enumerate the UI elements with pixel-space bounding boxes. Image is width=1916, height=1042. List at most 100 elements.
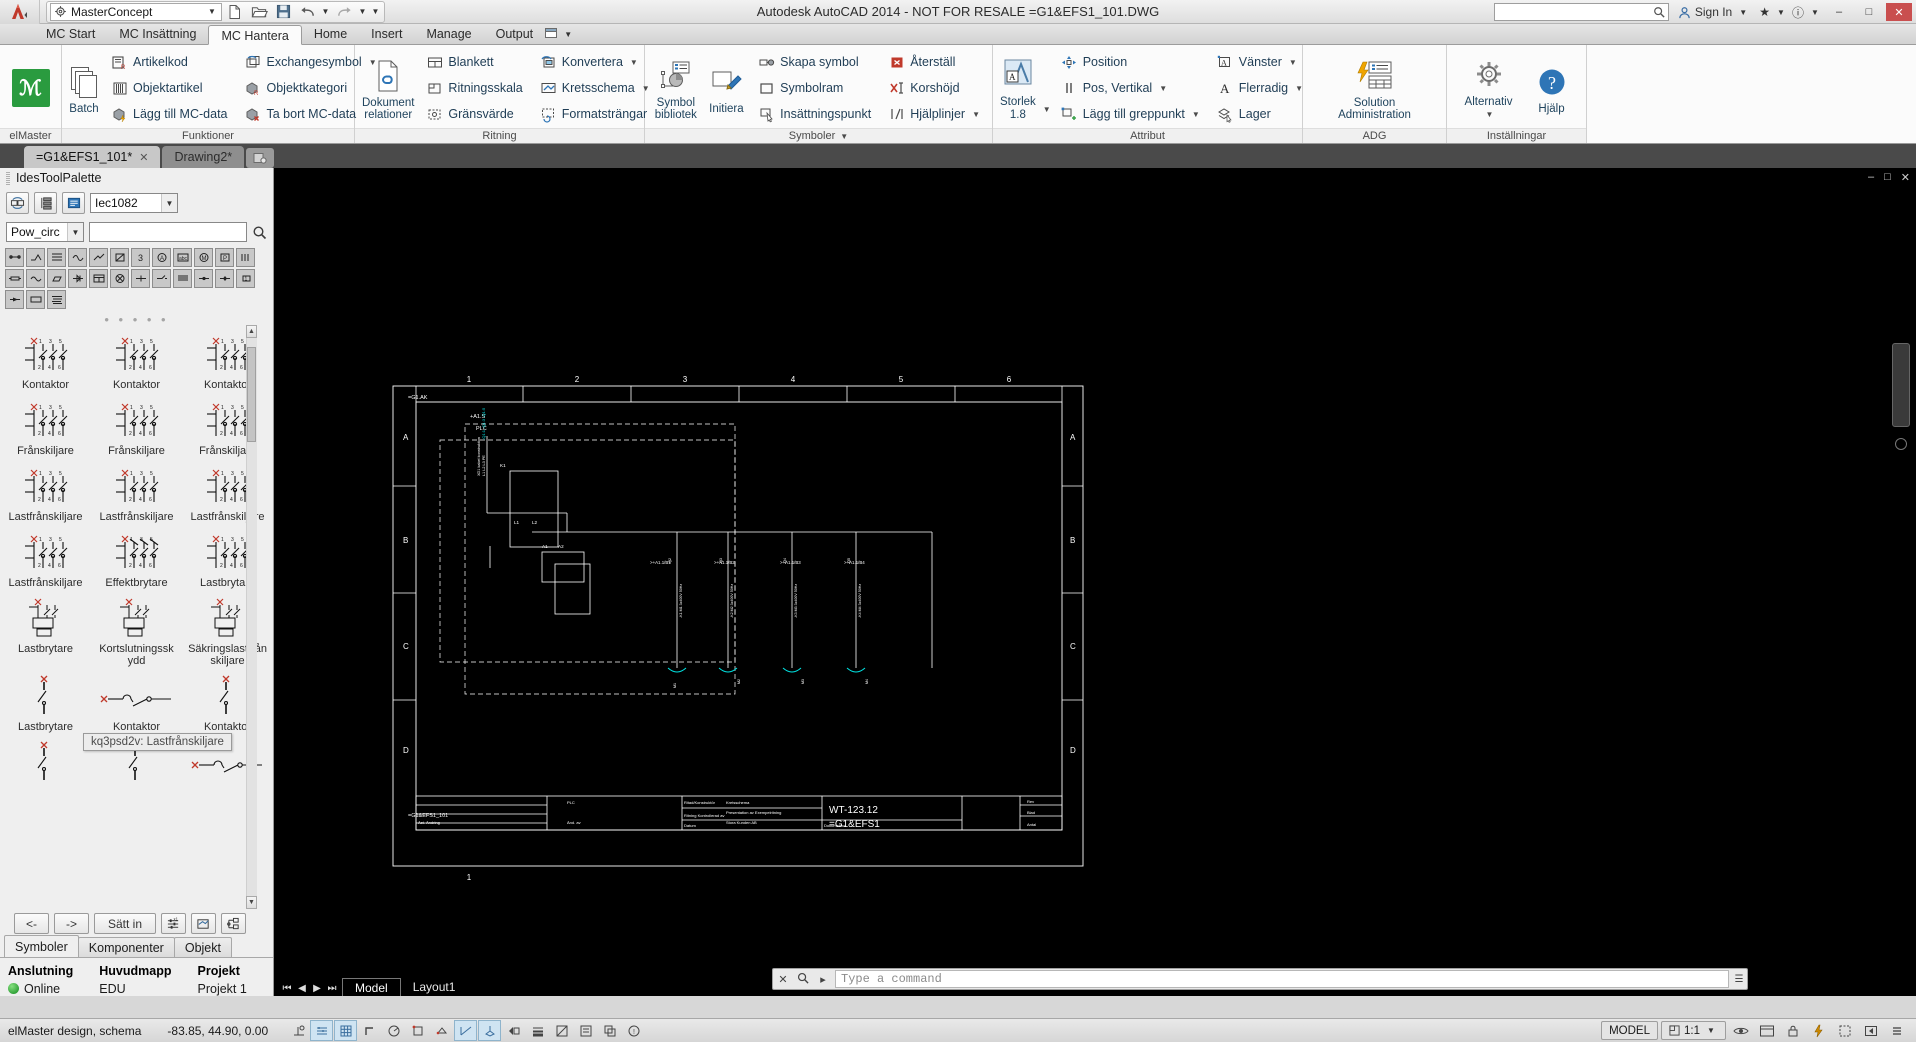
redo-button[interactable] xyxy=(333,2,355,22)
palette-tab-symboler[interactable]: Symboler xyxy=(4,935,79,957)
symbol-cell[interactable] xyxy=(152,269,171,288)
palette-tile[interactable]: 135 246 Frånskiljare xyxy=(0,393,91,459)
palette-tab-objekt[interactable]: Objekt xyxy=(173,937,232,957)
transparency-toggle[interactable] xyxy=(550,1020,573,1041)
lagg-till-greppunkt-button[interactable]: Lägg till greppunkt ▼ xyxy=(1057,102,1204,126)
doc-tab-drawing2[interactable]: Drawing2* xyxy=(162,146,245,168)
konvertera-button[interactable]: Konvertera ▼ xyxy=(536,50,654,74)
initiera-button[interactable]: Initiera xyxy=(705,60,748,117)
palette-tile[interactable]: 135 246 Frånskiljare xyxy=(182,393,273,459)
symbol-cell[interactable] xyxy=(47,290,66,309)
hjalp-button[interactable]: ? Hjälp xyxy=(1528,60,1576,117)
annotation-scale-button[interactable]: 1:1 ▼ xyxy=(1661,1021,1726,1040)
last-layout-icon[interactable]: ⏭ xyxy=(325,983,339,994)
command-options-icon[interactable]: ☰ xyxy=(1731,974,1747,985)
replace-symbol-button[interactable] xyxy=(191,913,216,934)
help-chevron-icon[interactable]: ▼ xyxy=(1808,8,1822,17)
qat-customize-dropdown[interactable]: ▼ xyxy=(370,2,381,22)
standard-selector[interactable]: Iec1082 ▼ xyxy=(90,193,178,213)
category-selector[interactable]: Pow_circ ▼ xyxy=(6,222,84,242)
prev-layout-icon[interactable]: ◀ xyxy=(295,983,309,994)
sign-in-chevron-icon[interactable]: ▼ xyxy=(1736,8,1750,17)
blankett-button[interactable]: Blankett xyxy=(422,50,526,74)
tab-mc-start[interactable]: MC Start xyxy=(34,24,107,44)
search-input[interactable] xyxy=(1497,5,1650,19)
clean-screen-button[interactable] xyxy=(1859,1020,1882,1041)
symbol-cell[interactable] xyxy=(89,269,108,288)
annotation-visibility-button[interactable] xyxy=(1729,1020,1752,1041)
search-icon[interactable] xyxy=(1653,6,1665,18)
palette-tile[interactable]: 135 246 Lastfrånskiljare xyxy=(0,525,91,591)
help-icon[interactable]: ⓘ xyxy=(1792,4,1804,21)
flerradig-button[interactable]: A Flerradig ▼ xyxy=(1213,76,1307,100)
infer-constraints-toggle[interactable] xyxy=(286,1020,309,1041)
object-snap-toggle[interactable] xyxy=(406,1020,429,1041)
lock-toolbars-button[interactable] xyxy=(1781,1020,1804,1041)
command-line[interactable]: ✕ ▸ Type a command ☰ xyxy=(772,968,1748,990)
symbol-cell[interactable] xyxy=(5,269,24,288)
palette-tile[interactable]: 135 246 Lastfrånskiljare xyxy=(182,459,273,525)
viewport-minimize-button[interactable]: – xyxy=(1868,171,1874,184)
symbol-cell[interactable] xyxy=(68,269,87,288)
dynamic-ucs-toggle[interactable] xyxy=(478,1020,502,1041)
palette-tile[interactable]: 1 3 5 2 4 6 Kontaktor xyxy=(91,327,182,393)
palette-tab-komponenter[interactable]: Komponenter xyxy=(77,937,175,957)
doc-tab-g1-efs1-101[interactable]: =G1&EFS1_101* ✕ xyxy=(24,146,161,168)
symbol-cell[interactable] xyxy=(236,248,255,267)
status-coordinates[interactable]: -83.85, 44.90, 0.00 xyxy=(141,1024,268,1038)
maximize-button[interactable]: □ xyxy=(1856,3,1882,21)
chevron-down-icon[interactable]: ▼ xyxy=(1486,109,1494,121)
chevron-down-icon[interactable]: ▼ xyxy=(1295,84,1303,93)
exchange-chevron-icon[interactable]: ▼ xyxy=(1774,8,1788,17)
korshojd-button[interactable]: Korshöjd xyxy=(884,76,984,100)
layout-tab-layout1[interactable]: Layout1 xyxy=(401,978,468,996)
symbol-cell[interactable]: abc xyxy=(173,248,192,267)
command-search-icon[interactable] xyxy=(793,972,813,987)
chevron-down-icon[interactable]: ▼ xyxy=(205,7,219,16)
3d-object-snap-toggle[interactable] xyxy=(430,1020,453,1041)
isolate-objects-button[interactable] xyxy=(1833,1020,1856,1041)
next-button[interactable]: -> xyxy=(54,913,89,934)
palette-grip-icon[interactable] xyxy=(6,171,10,185)
symbol-cell[interactable]: P xyxy=(215,248,234,267)
chevron-down-icon[interactable]: ▼ xyxy=(1159,84,1167,93)
palette-tile[interactable]: Kontaktor xyxy=(91,669,182,735)
minimize-button[interactable]: – xyxy=(1826,3,1852,21)
symbol-cell[interactable]: 3 xyxy=(131,248,150,267)
palette-tile[interactable]: 1 3 5 2 4 6 Effektbrytare xyxy=(91,525,182,591)
lagg-till-mc-data-button[interactable]: Lägg till MC-data xyxy=(107,102,232,126)
formatstrangar-button[interactable]: Formatsträngar xyxy=(536,102,654,126)
infocenter-search[interactable] xyxy=(1493,3,1669,21)
exchange-apps-icon[interactable]: ★ xyxy=(1759,5,1770,19)
aterstall-button[interactable]: Återställ xyxy=(884,50,984,74)
chevron-down-icon[interactable]: ▼ xyxy=(1289,58,1297,67)
tab-mc-hantera[interactable]: MC Hantera xyxy=(208,25,302,45)
layout-tab-model[interactable]: Model xyxy=(342,978,401,996)
connect-button[interactable] xyxy=(221,913,246,934)
palette-tile[interactable]: 135 246 Lastbrytare xyxy=(182,525,273,591)
symbol-cell[interactable] xyxy=(47,269,66,288)
symbol-cell[interactable] xyxy=(110,269,129,288)
symbol-cell[interactable]: 1 xyxy=(236,269,255,288)
viewport-maximize-button[interactable]: □ xyxy=(1884,171,1891,184)
next-layout-icon[interactable]: ▶ xyxy=(310,983,324,994)
scroll-down-arrow-icon[interactable]: ▼ xyxy=(246,896,257,909)
palette-tile[interactable] xyxy=(0,735,91,789)
lineweight-toggle[interactable] xyxy=(526,1020,549,1041)
palette-tile[interactable]: 135 246 Lastfrånskiljare xyxy=(91,459,182,525)
symbol-cell[interactable]: M xyxy=(194,248,213,267)
selection-cycling-toggle[interactable] xyxy=(598,1020,621,1041)
new-document-tab-button[interactable] xyxy=(246,148,275,168)
lager-button[interactable]: Lager xyxy=(1213,102,1307,126)
tree-icon-button[interactable] xyxy=(34,192,57,214)
scroll-up-arrow-icon[interactable]: ▲ xyxy=(246,325,257,338)
palette-tile[interactable]: Kontaktor xyxy=(182,669,273,735)
palette-tile[interactable]: Säkringslastfrånskiljare xyxy=(182,591,273,669)
symbol-cell[interactable]: A xyxy=(152,248,171,267)
open-button[interactable] xyxy=(248,2,270,22)
objektartikel-button[interactable]: Objektartikel xyxy=(107,76,232,100)
symbol-cell[interactable] xyxy=(5,248,24,267)
drawing-canvas[interactable]: – □ ✕ 123 4 5 6 1 A B C D A B C D =G1.AK… xyxy=(274,168,1916,996)
chevron-down-icon[interactable]: ▼ xyxy=(972,110,980,119)
position-button[interactable]: Position xyxy=(1057,50,1204,74)
